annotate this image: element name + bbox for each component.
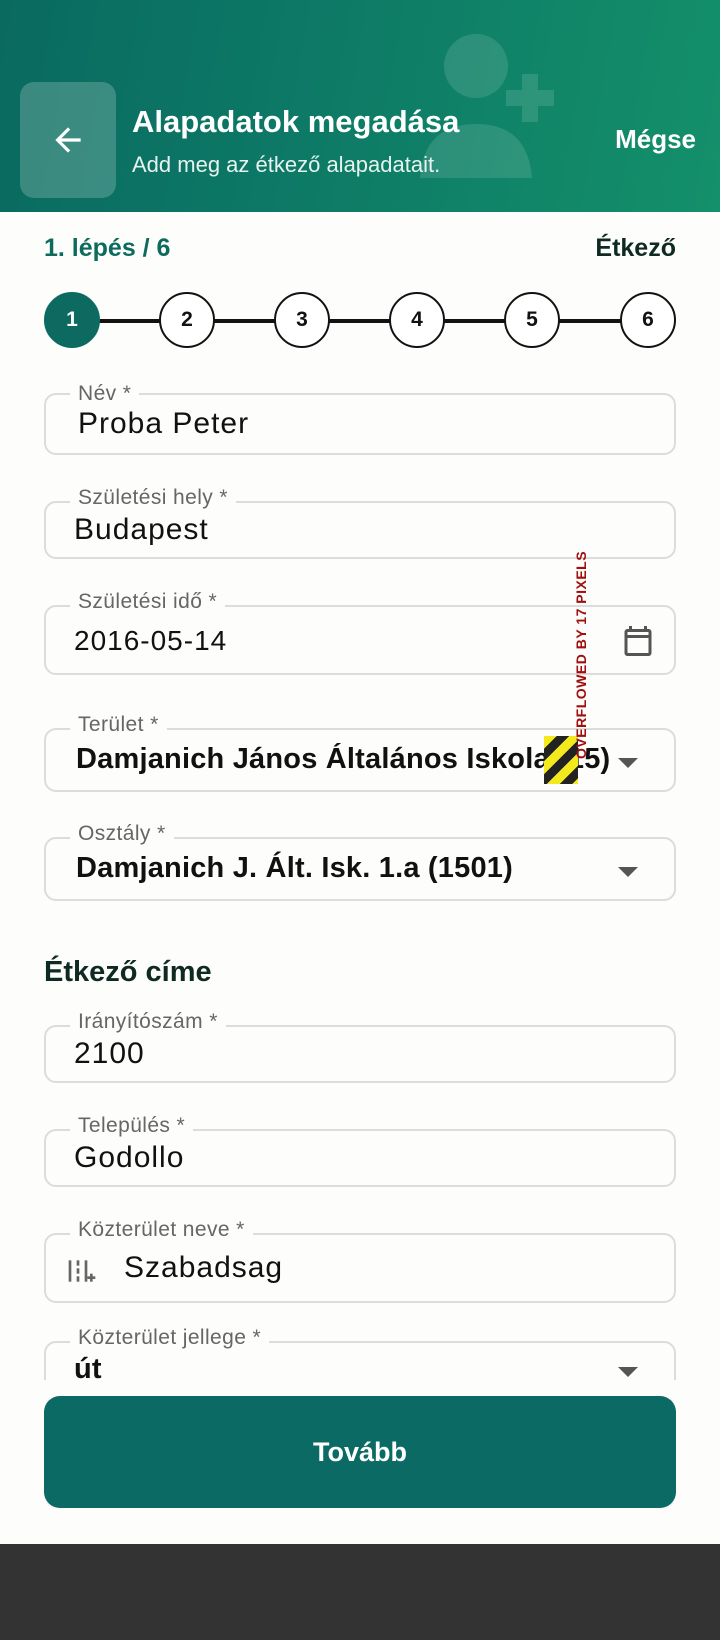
- class-value: Damjanich J. Ált. Isk. 1.a (1501): [76, 852, 513, 884]
- zip-field[interactable]: Irányítószám * 2100: [44, 1010, 676, 1083]
- city-label: Település *: [70, 1114, 194, 1138]
- city-value: Godollo: [74, 1141, 185, 1174]
- class-select[interactable]: Osztály * Damjanich J. Ált. Isk. 1.a (15…: [44, 822, 676, 901]
- area-label: Terület *: [70, 713, 167, 737]
- page-title: Alapadatok megadása: [132, 104, 460, 139]
- area-dropdown-arrow-icon: [618, 758, 638, 768]
- person-add-icon: [420, 34, 554, 178]
- street-picker-icon[interactable]: [66, 1255, 98, 1287]
- class-dropdown-arrow-icon: [618, 867, 638, 877]
- step-counter: 1. lépés / 6: [44, 234, 171, 262]
- street-name-value: Szabadsag: [124, 1251, 284, 1284]
- birth-place-label: Születési hely *: [70, 486, 236, 510]
- arrow-left-icon: [55, 127, 81, 153]
- step-6: 6: [620, 292, 676, 348]
- street-type-label: Közterület jellege *: [70, 1326, 270, 1350]
- step-4: 4: [389, 292, 445, 348]
- role-label: Étkező: [595, 234, 676, 262]
- street-type-value: út: [74, 1353, 102, 1380]
- street-name-field[interactable]: Közterület neve * Szabadsag: [44, 1218, 676, 1303]
- name-field[interactable]: Név * Proba Peter: [44, 382, 676, 455]
- overflow-warning-text: OVERFLOWED BY 17 PIXELS: [573, 550, 589, 759]
- app-header: Alapadatok megadása Add meg az étkező al…: [0, 0, 720, 212]
- birth-date-value: 2016-05-14: [74, 625, 228, 656]
- zip-value: 2100: [74, 1037, 145, 1070]
- back-button[interactable]: [20, 82, 116, 198]
- next-button[interactable]: Tovább: [44, 1396, 676, 1508]
- system-navigation-bar: [0, 1544, 720, 1640]
- class-label: Osztály *: [70, 822, 174, 846]
- step-5: 5: [504, 292, 560, 348]
- step-1: 1: [44, 292, 100, 348]
- street-type-select[interactable]: Közterület jellege * út: [44, 1326, 676, 1380]
- progress-stepper: 1 2 3 4 5 6: [44, 292, 676, 348]
- form-scroll-area[interactable]: Név * Proba Peter Születési hely * Budap…: [0, 378, 720, 1380]
- address-section-title: Étkező címe: [44, 956, 212, 988]
- cancel-button[interactable]: Mégse: [615, 124, 696, 155]
- birth-place-value: Budapest: [74, 513, 209, 546]
- page-subtitle: Add meg az étkező alapadatait.: [132, 152, 441, 177]
- name-value: Proba Peter: [78, 407, 250, 440]
- city-field[interactable]: Település * Godollo: [44, 1114, 676, 1187]
- calendar-icon[interactable]: [620, 623, 656, 659]
- step-3: 3: [274, 292, 330, 348]
- street-type-dropdown-arrow-icon: [618, 1367, 638, 1377]
- zip-label: Irányítószám *: [70, 1010, 226, 1034]
- name-label: Név *: [70, 382, 140, 406]
- birth-date-label: Születési idő *: [70, 590, 226, 614]
- street-name-label: Közterület neve *: [70, 1218, 253, 1242]
- step-2: 2: [159, 292, 215, 348]
